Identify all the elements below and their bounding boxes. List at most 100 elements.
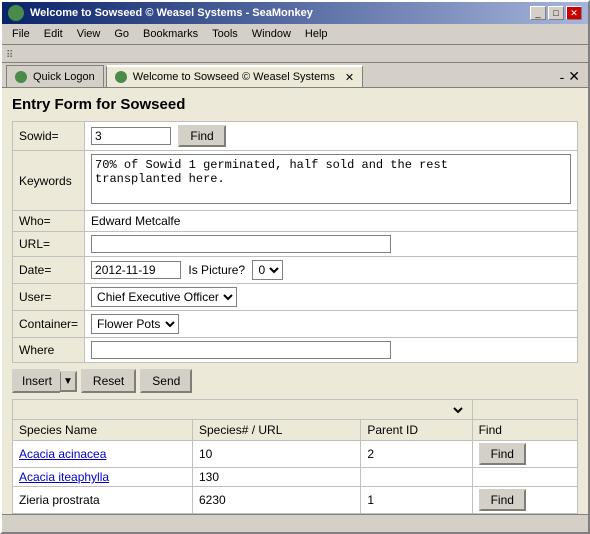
- menu-bookmarks[interactable]: Bookmarks: [137, 26, 204, 42]
- find-cell: [472, 468, 577, 487]
- sowid-label: Sowid=: [13, 122, 85, 151]
- menu-window[interactable]: Window: [246, 26, 297, 42]
- user-cell: Chief Executive Officer Admin User: [85, 284, 578, 311]
- table-header-select[interactable]: [19, 403, 466, 417]
- sowid-row: Sowid= Find: [13, 122, 578, 151]
- where-row: Where: [13, 338, 578, 363]
- tab-quick-logon[interactable]: Quick Logon: [6, 65, 104, 87]
- new-tab-icon[interactable]: -: [560, 69, 565, 85]
- date-cell: Is Picture? 0 1: [85, 257, 578, 284]
- menu-file[interactable]: File: [6, 26, 36, 42]
- who-label: Who=: [13, 211, 85, 232]
- species-num-cell: 6230: [193, 487, 361, 514]
- sowid-cell: Find: [85, 122, 578, 151]
- app-icon: [8, 5, 24, 21]
- species-link[interactable]: Acacia iteaphylla: [19, 470, 109, 484]
- table-header-row: Species Name Species# / URL Parent ID Fi…: [13, 420, 578, 441]
- user-row: User= Chief Executive Officer Admin User: [13, 284, 578, 311]
- tab-close-icon[interactable]: ✕: [345, 71, 354, 84]
- window-title: Welcome to Sowseed © Weasel Systems - Se…: [30, 7, 313, 19]
- where-cell: [85, 338, 578, 363]
- species-num-cell: 130: [193, 468, 361, 487]
- menu-go[interactable]: Go: [108, 26, 135, 42]
- entry-form: Sowid= Find Keywords Who= Edward Metcalf…: [12, 121, 578, 363]
- url-row: URL=: [13, 232, 578, 257]
- species-link[interactable]: Acacia acinacea: [19, 447, 106, 461]
- col-species-num: Species# / URL: [193, 420, 361, 441]
- menu-help[interactable]: Help: [299, 26, 334, 42]
- table-find-header-empty: [472, 400, 577, 420]
- is-picture-label: Is Picture?: [188, 263, 245, 277]
- table-row: Zieria prostrata 6230 1 Find: [13, 487, 578, 514]
- url-cell: [85, 232, 578, 257]
- toolbar-handle: ⠿: [6, 50, 13, 61]
- where-label: Where: [13, 338, 85, 363]
- menu-bar: File Edit View Go Bookmarks Tools Window…: [2, 24, 588, 45]
- title-bar: Welcome to Sowseed © Weasel Systems - Se…: [2, 2, 588, 24]
- sowid-find-button[interactable]: Find: [178, 125, 225, 147]
- keywords-textarea[interactable]: [91, 154, 571, 204]
- container-row: Container= Flower Pots Seeds Pots: [13, 311, 578, 338]
- url-input[interactable]: [91, 235, 391, 253]
- date-input[interactable]: [91, 261, 181, 279]
- close-button[interactable]: ✕: [566, 6, 582, 20]
- insert-button[interactable]: Insert: [12, 369, 60, 393]
- tab-label-quick-logon: Quick Logon: [33, 71, 95, 83]
- menu-edit[interactable]: Edit: [38, 26, 69, 42]
- insert-dropdown-button[interactable]: ▼: [60, 371, 77, 392]
- send-button[interactable]: Send: [140, 369, 192, 393]
- where-input[interactable]: [91, 341, 391, 359]
- who-cell: Edward Metcalfe: [85, 211, 578, 232]
- date-label: Date=: [13, 257, 85, 284]
- container-select[interactable]: Flower Pots Seeds Pots: [91, 314, 179, 334]
- parent-id-cell: 2: [361, 441, 472, 468]
- col-find: Find: [472, 420, 577, 441]
- container-cell: Flower Pots Seeds Pots: [85, 311, 578, 338]
- row-find-button[interactable]: Find: [479, 443, 526, 465]
- maximize-button[interactable]: □: [548, 6, 564, 20]
- keywords-label: Keywords: [13, 151, 85, 211]
- keywords-cell: [85, 151, 578, 211]
- page-content: Entry Form for Sowseed Sowid= Find Keywo…: [2, 87, 588, 514]
- row-find-button[interactable]: Find: [479, 489, 526, 511]
- species-name-cell: Acacia iteaphylla: [13, 468, 193, 487]
- table-dropdown-cell: [13, 400, 473, 420]
- reset-button[interactable]: Reset: [81, 369, 136, 393]
- action-bar: Insert ▼ Reset Send: [12, 369, 578, 393]
- find-cell: Find: [472, 441, 577, 468]
- table-row: Acacia iteaphylla 130: [13, 468, 578, 487]
- col-species-name: Species Name: [13, 420, 193, 441]
- table-dropdown-row: [13, 400, 578, 420]
- tab-label-sowseed: Welcome to Sowseed © Weasel Systems: [133, 71, 335, 83]
- menu-view[interactable]: View: [71, 26, 107, 42]
- parent-id-cell: [361, 468, 472, 487]
- who-value: Edward Metcalfe: [91, 214, 180, 228]
- title-bar-left: Welcome to Sowseed © Weasel Systems - Se…: [8, 5, 313, 21]
- tab-icon-quick-logon: [15, 71, 27, 83]
- minimize-button[interactable]: _: [530, 6, 546, 20]
- who-row: Who= Edward Metcalfe: [13, 211, 578, 232]
- tab-bar: Quick Logon Welcome to Sowseed © Weasel …: [2, 63, 588, 87]
- species-name-cell: Zieria prostrata: [13, 487, 193, 514]
- user-select[interactable]: Chief Executive Officer Admin User: [91, 287, 237, 307]
- toolbar: ⠿: [2, 45, 588, 63]
- close-tab-icon[interactable]: ✕: [568, 68, 580, 85]
- find-cell: Find: [472, 487, 577, 514]
- species-name-cell: Acacia acinacea: [13, 441, 193, 468]
- insert-group: Insert ▼: [12, 369, 77, 393]
- tab-icon-sowseed: [115, 71, 127, 83]
- menu-tools[interactable]: Tools: [206, 26, 244, 42]
- tab-controls: - ✕: [556, 66, 584, 87]
- tab-sowseed[interactable]: Welcome to Sowseed © Weasel Systems ✕: [106, 65, 363, 87]
- is-picture-select[interactable]: 0 1: [252, 260, 283, 280]
- status-bar: [2, 514, 588, 532]
- keywords-row: Keywords: [13, 151, 578, 211]
- user-label: User=: [13, 284, 85, 311]
- window-controls: _ □ ✕: [530, 6, 582, 20]
- date-row: Date= Is Picture? 0 1: [13, 257, 578, 284]
- container-label: Container=: [13, 311, 85, 338]
- parent-id-cell: 1: [361, 487, 472, 514]
- sowid-input[interactable]: [91, 127, 171, 145]
- application-window: Welcome to Sowseed © Weasel Systems - Se…: [0, 0, 590, 534]
- url-label: URL=: [13, 232, 85, 257]
